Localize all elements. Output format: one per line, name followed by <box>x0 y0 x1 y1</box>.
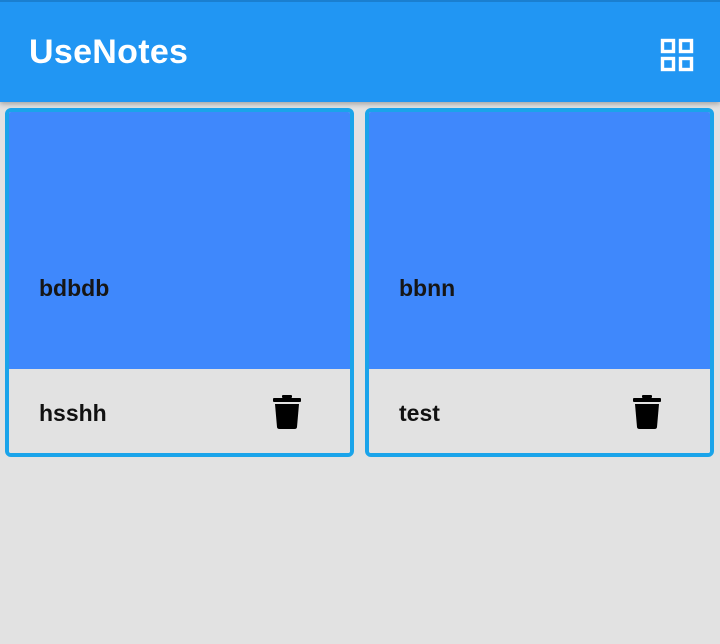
note-card-color-area: bbnn <box>369 112 710 369</box>
app-title: UseNotes <box>29 33 189 71</box>
note-card-color-area: bdbdb <box>9 112 350 369</box>
note-subtitle: test <box>399 400 440 426</box>
note-title: bbnn <box>399 275 456 301</box>
note-card-footer: test <box>369 369 710 453</box>
app-bar: UseNotes <box>0 0 720 102</box>
trash-icon[interactable] <box>269 391 305 433</box>
note-card[interactable]: bdbdb hsshh <box>5 108 354 457</box>
grid-view-icon[interactable] <box>654 32 700 78</box>
note-card[interactable]: bbnn test <box>365 108 714 457</box>
note-title: bdbdb <box>39 275 110 301</box>
trash-icon[interactable] <box>629 391 665 433</box>
note-card-footer: hsshh <box>9 369 350 453</box>
note-subtitle: hsshh <box>39 400 107 426</box>
